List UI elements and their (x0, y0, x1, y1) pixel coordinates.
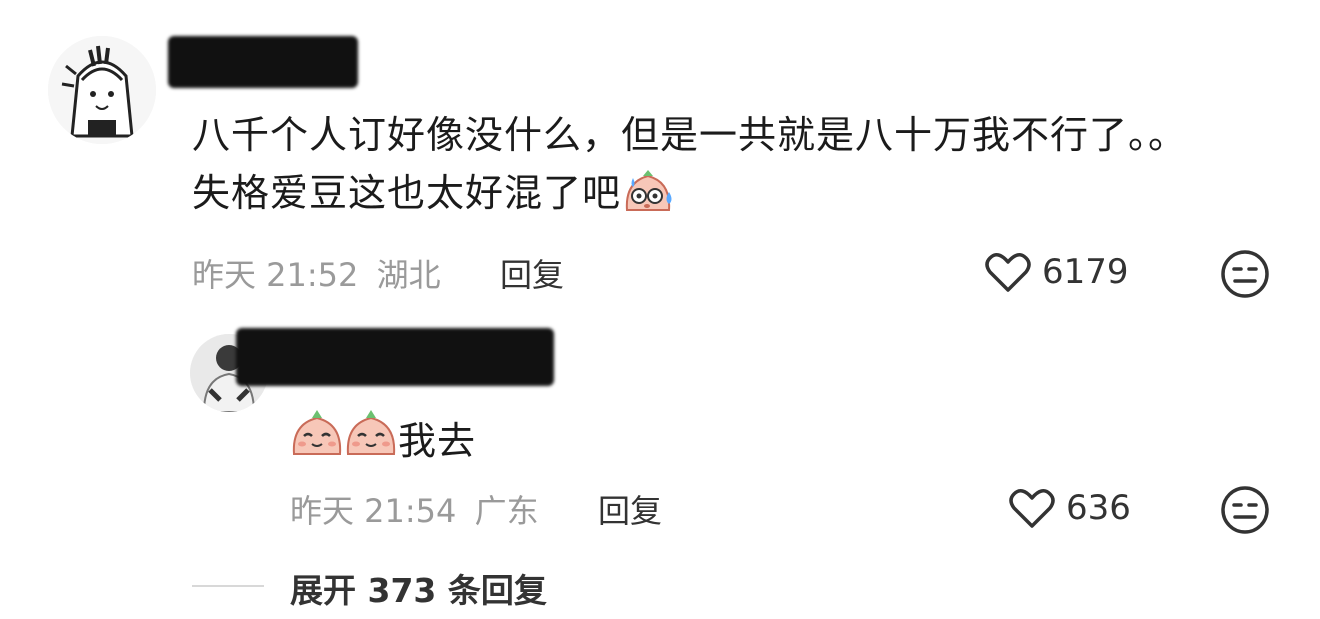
comment-meta: 昨天 21:52 湖北 (192, 250, 441, 296)
comment-text-line2: 失格爱豆这也太好混了吧 (192, 164, 1302, 232)
comment-text: 八千个人订好像没什么，但是一共就是八十万我不行了。。 失格爱豆这也太好混了吧 (192, 106, 1302, 232)
meh-face-icon[interactable] (1220, 249, 1270, 303)
divider (192, 585, 264, 587)
like-button[interactable]: 6179 (984, 250, 1129, 294)
like-button[interactable]: 636 (1008, 486, 1131, 530)
comment-location: 广东 (474, 492, 539, 530)
comment-text-line1: 八千个人订好像没什么，但是一共就是八十万我不行了。。 (192, 113, 1188, 157)
like-count: 6179 (1042, 252, 1129, 292)
meh-face-icon[interactable] (1220, 485, 1270, 539)
anime-avatar-icon (48, 36, 156, 144)
heart-icon (985, 253, 1031, 292)
expand-replies-button[interactable]: 展开 373 条回复 (290, 564, 547, 612)
comment-time: 昨天 21:54 (290, 492, 457, 530)
reply-button[interactable]: 回复 (500, 250, 564, 296)
reply-button[interactable]: 回复 (598, 486, 662, 532)
smiling-bun-emoji (344, 406, 398, 476)
comment-meta: 昨天 21:54 广东 (290, 486, 539, 532)
comment-time: 昨天 21:52 (192, 256, 359, 294)
username-redacted (168, 36, 358, 88)
heart-icon (1009, 489, 1055, 528)
reply-text-body: 我去 (398, 419, 477, 463)
smiling-bun-emoji (290, 406, 344, 476)
sweating-face-emoji (621, 166, 675, 232)
like-count: 636 (1066, 488, 1131, 528)
username-redacted (236, 328, 554, 386)
reply-text: 我去 (290, 406, 476, 476)
comment-location: 湖北 (376, 256, 441, 294)
avatar[interactable] (48, 36, 156, 144)
